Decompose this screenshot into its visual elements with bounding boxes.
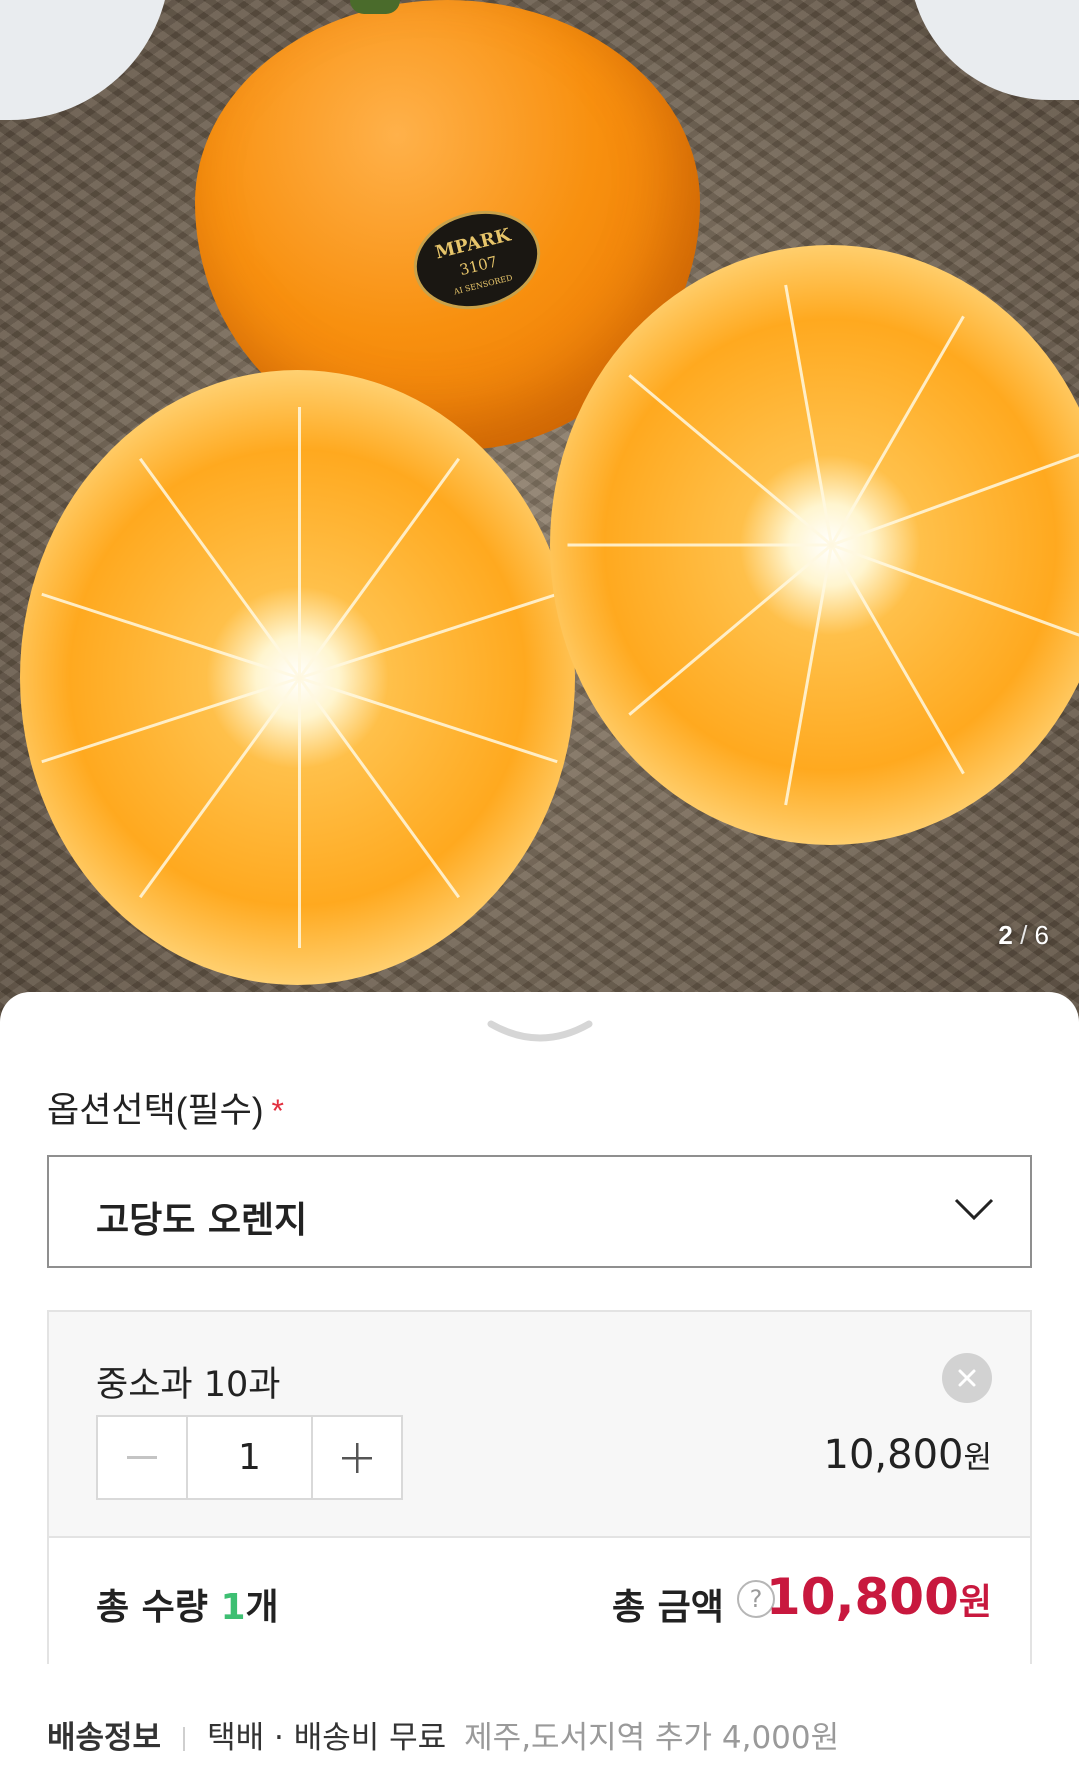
total-amount-unit: 원 <box>958 1582 992 1623</box>
orange-stem <box>350 0 400 14</box>
quantity-value[interactable]: 1 <box>186 1417 313 1498</box>
half-orange-left-image <box>20 370 575 985</box>
decrease-quantity-button[interactable] <box>98 1417 186 1498</box>
option-select-dropdown[interactable]: 고당도 오렌지 <box>47 1155 1032 1268</box>
total-amount-label: 총 금액 <box>612 1587 724 1628</box>
total-quantity-prefix: 총 수량 <box>96 1587 221 1628</box>
total-amount-value: 10,800 <box>765 1568 959 1626</box>
selected-item-card: 중소과 10과 1 10,800원 총 수량 1개 총 금액 ? 10,800원 <box>47 1310 1032 1664</box>
shipping-info: 배송정보 택배 · 배송비 무료 제주,도서지역 추가 4,000원 <box>47 1712 1047 1757</box>
option-selected-value: 고당도 오렌지 <box>96 1200 308 1241</box>
increase-quantity-button[interactable] <box>313 1417 401 1498</box>
total-quantity-suffix: 개 <box>245 1587 279 1628</box>
plus-icon <box>342 1442 372 1473</box>
image-background <box>909 0 1079 100</box>
total-quantity: 총 수량 1개 <box>96 1578 279 1630</box>
shipping-title: 배송정보 <box>47 1720 162 1756</box>
selected-item-name: 중소과 10과 <box>96 1365 281 1405</box>
option-label: 옵션선택(필수) * <box>47 1082 284 1133</box>
remove-item-button[interactable] <box>942 1353 992 1403</box>
close-icon <box>958 1369 976 1387</box>
image-counter: 2 / 6 <box>998 920 1049 951</box>
option-bottom-sheet: 옵션선택(필수) * 고당도 오렌지 중소과 10과 1 10,800원 총 수… <box>0 992 1079 1790</box>
item-price: 10,800원 <box>824 1432 993 1478</box>
required-mark: * <box>271 1093 284 1129</box>
chevron-down-icon <box>954 1197 994 1225</box>
half-orange-right-image <box>550 245 1079 845</box>
image-counter-current: 2 <box>998 920 1013 950</box>
shipping-divider <box>183 1727 186 1751</box>
option-label-text: 옵션선택(필수) <box>47 1091 264 1130</box>
total-amount: 10,800원 <box>766 1568 992 1626</box>
product-option-page: MPARK 3107 AI SENSORED 2 / 6 옵션선택(필수) * … <box>0 0 1079 1790</box>
item-price-value: 10,800 <box>823 1432 964 1478</box>
product-image-gallery[interactable]: MPARK 3107 AI SENSORED 2 / 6 <box>0 0 1079 1030</box>
image-background <box>0 0 170 120</box>
item-price-unit: 원 <box>963 1440 992 1476</box>
shipping-extra-fee: 제주,도서지역 추가 4,000원 <box>464 1720 840 1756</box>
total-summary-row: 총 수량 1개 총 금액 ? 10,800원 <box>49 1538 1030 1664</box>
quantity-stepper: 1 <box>96 1415 403 1500</box>
minus-icon <box>127 1455 157 1459</box>
collapse-handle-icon[interactable] <box>487 1018 593 1048</box>
total-quantity-value: 1 <box>220 1587 246 1628</box>
image-counter-separator: / <box>1020 920 1028 950</box>
image-counter-total: 6 <box>1034 920 1049 950</box>
shipping-method: 택배 · 배송비 무료 <box>207 1720 447 1756</box>
